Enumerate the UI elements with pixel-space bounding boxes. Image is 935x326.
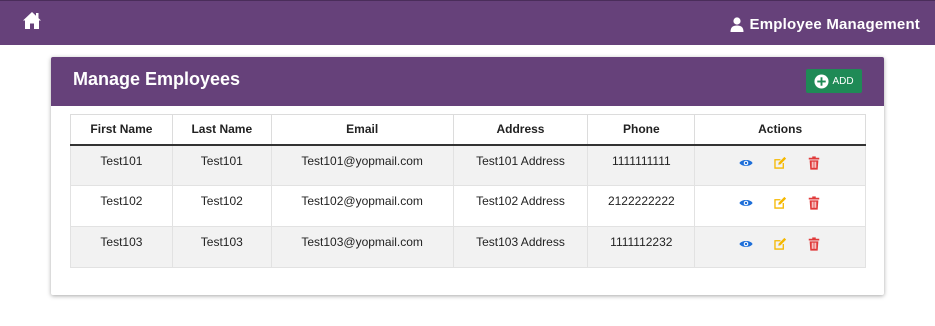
eye-icon[interactable]: [739, 196, 753, 210]
cell-last-name: Test101: [171, 144, 272, 186]
cell-address: Test103 Address: [452, 226, 589, 268]
cell-phone: 1111112232: [587, 226, 696, 268]
add-employee-button[interactable]: ADD: [806, 69, 862, 93]
table-header-row: First Name Last Name Email Address Phone…: [70, 114, 866, 146]
cell-phone: 1111111111: [587, 144, 696, 186]
table-row: Test103 Test103 Test103@yopmail.com Test…: [70, 226, 866, 268]
trash-icon[interactable]: [807, 196, 821, 210]
add-button-label: ADD: [832, 75, 854, 87]
column-header-phone[interactable]: Phone: [587, 114, 696, 146]
edit-icon[interactable]: [773, 196, 787, 210]
table-row: Test102 Test102 Test102@yopmail.com Test…: [70, 185, 866, 227]
user-icon: [730, 16, 744, 32]
cell-email: Test102@yopmail.com: [270, 185, 454, 227]
trash-icon[interactable]: [807, 155, 821, 170]
column-header-address[interactable]: Address: [452, 114, 589, 146]
edit-icon[interactable]: [773, 156, 787, 170]
home-icon[interactable]: [22, 11, 42, 31]
cell-address: Test102 Address: [452, 185, 589, 227]
plus-circle-icon: [814, 73, 829, 89]
cell-last-name: Test102: [171, 185, 272, 227]
cell-email: Test101@yopmail.com: [270, 144, 454, 186]
eye-icon[interactable]: [739, 237, 753, 251]
top-navbar: Employee Management: [0, 0, 935, 45]
column-header-actions: Actions: [694, 114, 866, 146]
cell-first-name: Test102: [70, 185, 173, 227]
employees-table: First Name Last Name Email Address Phone…: [70, 114, 866, 268]
cell-actions: [694, 226, 866, 268]
manage-employees-card: Manage Employees ADD First Name Last Nam…: [51, 57, 884, 295]
navbar-brand[interactable]: Employee Management: [730, 14, 920, 34]
cell-first-name: Test103: [70, 226, 173, 268]
cell-email: Test103@yopmail.com: [270, 226, 454, 268]
card-header: Manage Employees ADD: [51, 57, 884, 106]
column-header-last-name[interactable]: Last Name: [171, 114, 272, 146]
navbar-brand-title: Employee Management: [749, 15, 920, 33]
edit-icon[interactable]: [773, 237, 787, 251]
cell-actions: [694, 144, 866, 186]
cell-last-name: Test103: [171, 226, 272, 268]
eye-icon[interactable]: [739, 156, 753, 170]
column-header-email[interactable]: Email: [270, 114, 454, 146]
cell-first-name: Test101: [70, 144, 173, 186]
column-header-first-name[interactable]: First Name: [70, 114, 173, 146]
cell-actions: [694, 185, 866, 227]
table-row: Test101 Test101 Test101@yopmail.com Test…: [70, 144, 866, 186]
trash-icon[interactable]: [807, 237, 821, 251]
cell-address: Test101 Address: [452, 144, 589, 186]
page-title: Manage Employees: [73, 69, 241, 89]
cell-phone: 2122222222: [587, 185, 696, 227]
